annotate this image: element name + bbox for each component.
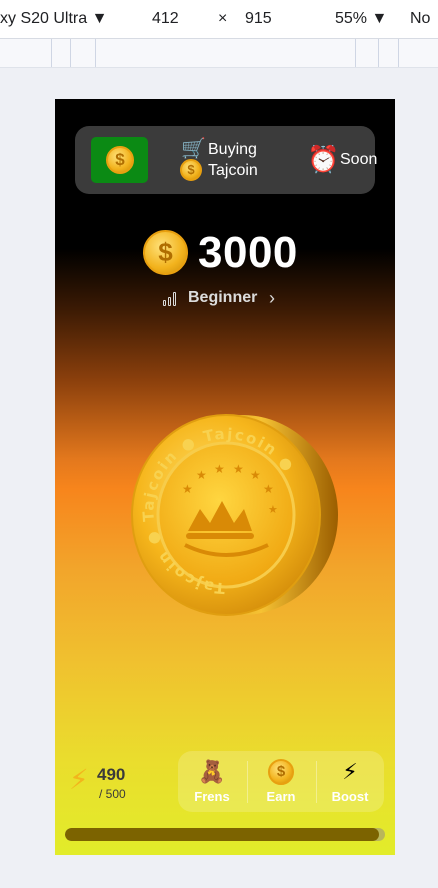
cart-icon: 🛒 <box>181 138 206 160</box>
media-query-ruler <box>0 39 438 68</box>
zoom-value: 55% <box>335 10 368 27</box>
nav-frens-button[interactable]: 🧸 Frens <box>178 751 246 812</box>
crown-base <box>186 533 254 539</box>
balance-value: 3000 <box>198 228 298 277</box>
star-2: ★ <box>196 468 207 482</box>
star-5: ★ <box>250 468 261 482</box>
device-name: xy S20 Ultra <box>0 10 88 27</box>
small-coin-icon: $ <box>180 159 202 181</box>
lightning-icon: ⚡ <box>342 759 358 784</box>
nav-earn-label: Earn <box>266 789 296 804</box>
buying-line1: Buying <box>208 141 257 158</box>
energy-current: 490 <box>97 765 126 784</box>
device-select[interactable]: xy S20 Ultra ▼ <box>0 10 107 28</box>
level-name: Beginner <box>188 289 258 306</box>
flag-badge: $ <box>91 137 148 183</box>
nav-frens-label: Frens <box>194 789 230 804</box>
buying-line2: Tajcoin <box>208 162 258 179</box>
buying-label: Buying Tajcoin <box>208 139 258 181</box>
lightning-icon: ⚡ <box>69 764 89 795</box>
height-input[interactable]: 915 <box>245 10 272 28</box>
energy-progress-fill <box>65 828 379 841</box>
energy-max: / 500 <box>99 787 126 801</box>
dimension-separator: × <box>218 10 228 27</box>
zoom-select[interactable]: 55% ▼ <box>335 10 387 28</box>
star-1: ★ <box>182 482 193 496</box>
chevron-right-icon: › <box>269 288 275 308</box>
buying-banner[interactable]: $ 🛒 $ Buying Tajcoin ⏰ Soon <box>75 126 378 194</box>
nav-boost-label: Boost <box>331 789 369 804</box>
energy-indicator: ⚡ 490 / 500 <box>69 764 149 805</box>
bottom-nav: 🧸 Frens $ Earn ⚡ Boost <box>178 751 384 812</box>
coin-icon: $ <box>106 146 134 174</box>
signal-bars-icon <box>163 292 181 306</box>
star-6: ★ <box>263 482 274 496</box>
earn-coin-icon: $ <box>268 759 294 785</box>
nav-boost-button[interactable]: ⚡ Boost <box>316 751 384 812</box>
devtools-toolbar: xy S20 Ultra ▼ 412 × 915 55% ▼ No <box>0 0 438 39</box>
throttle-select[interactable]: No <box>410 10 430 28</box>
soon-label: Soon <box>340 151 378 168</box>
tap-coin[interactable]: Tajcoin ● Tajcoin ● Tajcoin ● ★ ★ ★ ★ ★ … <box>130 413 340 617</box>
teddy-bear-icon: 🧸 <box>198 759 226 784</box>
energy-progress-bar <box>65 828 385 841</box>
app-viewport: $ 🛒 $ Buying Tajcoin ⏰ Soon $ 3000 Begin… <box>55 99 395 855</box>
star-3: ★ <box>214 462 225 476</box>
nav-earn-button[interactable]: $ Earn <box>247 751 315 812</box>
star-7: ★ <box>268 504 278 516</box>
star-4: ★ <box>233 462 244 476</box>
balance-coin-icon: $ <box>143 230 188 275</box>
width-input[interactable]: 412 <box>152 10 179 28</box>
alarm-clock-icon: ⏰ <box>307 144 340 174</box>
